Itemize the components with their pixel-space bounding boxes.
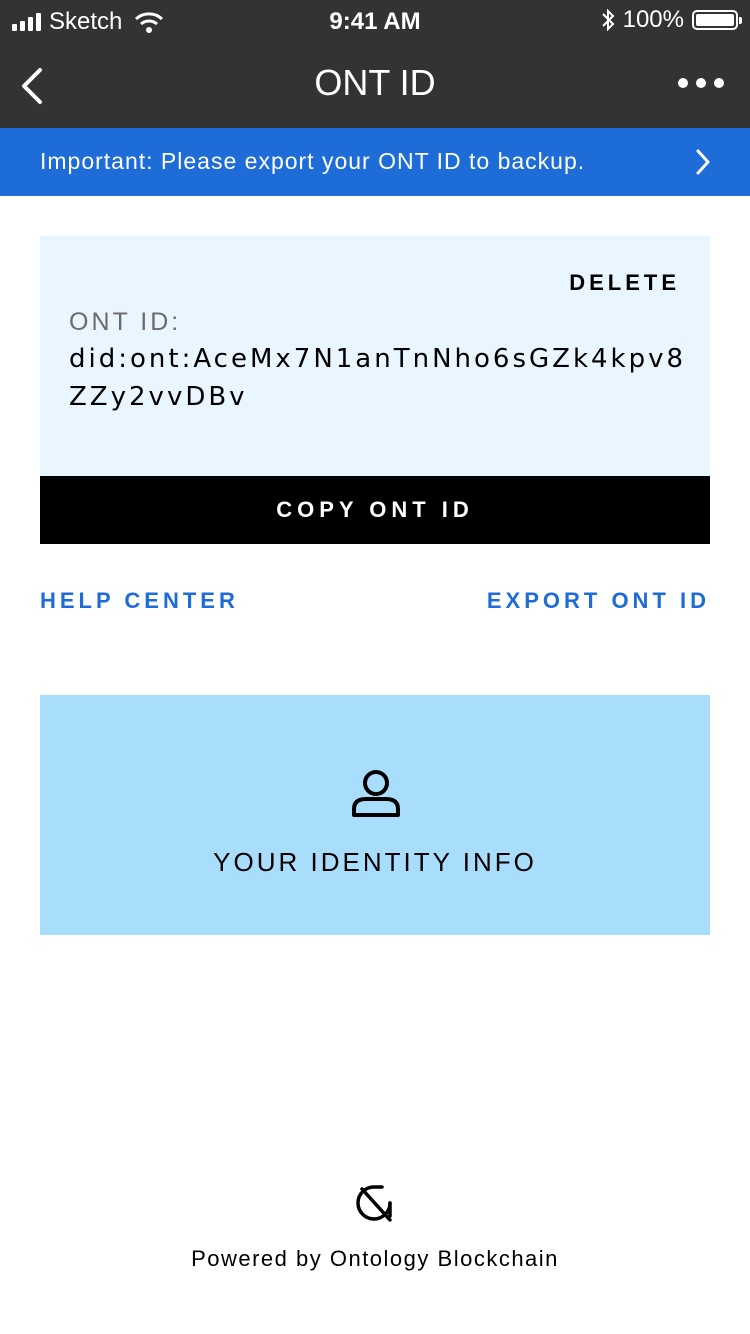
export-ont-id-link[interactable]: EXPORT ONT ID: [487, 588, 710, 614]
status-bar: Sketch 9:41 AM 100%: [0, 0, 750, 44]
banner-text: Important: Please export your ONT ID to …: [40, 148, 586, 174]
identity-info-label: YOUR IDENTITY INFO: [213, 847, 537, 877]
backup-warning-banner[interactable]: Important: Please export your ONT ID to …: [0, 128, 750, 196]
page-title: ONT ID: [314, 62, 436, 103]
ont-id-label: ONT ID:: [69, 308, 182, 336]
chevron-right-icon: [696, 149, 710, 175]
identity-info-card[interactable]: YOUR IDENTITY INFO: [40, 695, 710, 935]
ontology-logo-icon: [356, 1185, 392, 1222]
status-right: 100%: [601, 6, 742, 34]
nav-bar: ONT ID: [0, 44, 750, 128]
help-center-link[interactable]: HELP CENTER: [40, 588, 239, 614]
battery-percent: 100%: [622, 6, 684, 33]
delete-button[interactable]: DELETE: [569, 270, 680, 296]
copy-ont-id-button[interactable]: COPY ONT ID: [40, 476, 710, 544]
powered-by-text: Powered by Ontology Blockchain: [191, 1246, 559, 1271]
user-icon: [352, 770, 400, 817]
more-options-icon[interactable]: [678, 78, 724, 88]
bluetooth-icon: [601, 8, 615, 32]
battery-icon: [692, 10, 742, 30]
ont-id-value: did:ont:AceMx7N1anTnNho6sGZk4kpv8ZZy2vvD…: [69, 344, 687, 412]
ont-id-card: DELETE ONT ID: did:ont:AceMx7N1anTnNho6s…: [40, 236, 710, 476]
